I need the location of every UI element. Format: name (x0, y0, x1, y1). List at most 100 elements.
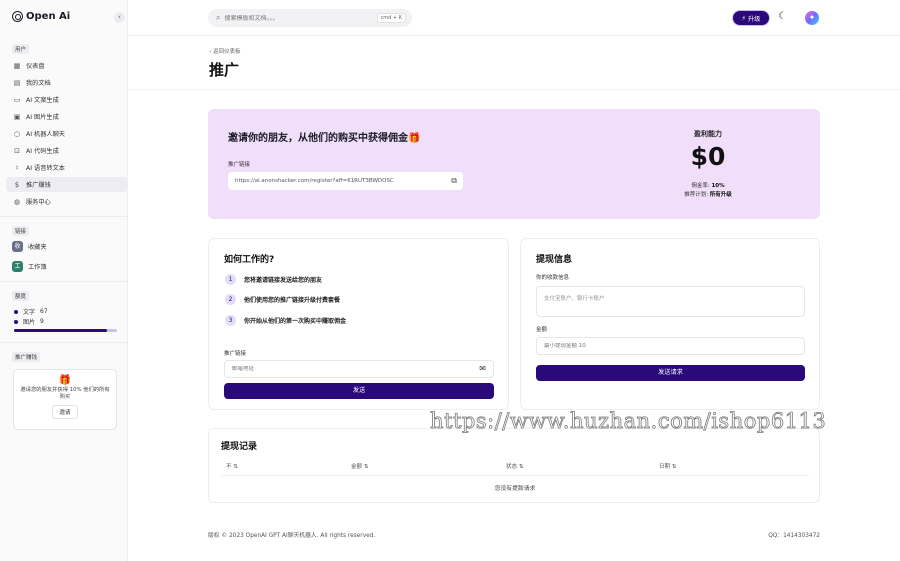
collapse-sidebar-button[interactable]: ‹ (114, 12, 125, 23)
openai-logo-icon (12, 11, 23, 22)
table-header-divider (221, 475, 809, 476)
section-title-user: 用户 (12, 44, 30, 54)
payment-info-label: 你的收款信息 (536, 275, 570, 281)
hero-title: 邀请你的朋友，从他们的购买中获得佣金🎁 (228, 133, 421, 144)
sidebar-item-label: AI 语音转文本 (26, 165, 65, 172)
how-it-works-title: 如何工作的? (224, 255, 275, 265)
withdraw-info-card: 提现信息 你的收款信息 支付宝账户、银行卡账户 金额 发送请求 (520, 238, 820, 410)
submit-withdraw-button[interactable]: 发送请求 (536, 365, 805, 381)
sidebar-item-documents[interactable]: ▤ 我的文档 (6, 75, 127, 90)
withdraw-title: 提现信息 (536, 255, 573, 265)
divider (0, 281, 128, 282)
usage-words-label: 文字 (23, 309, 36, 316)
column-header-date[interactable]: 日期 ⇅ (659, 462, 676, 470)
footer-copyright: 版权 © 2023 OpenAI GPT AI聊天机器人. All rights… (208, 533, 376, 539)
payment-info-textarea[interactable]: 支付宝账户、银行卡账户 (536, 286, 805, 317)
sidebar-item-ai-writer[interactable]: ▭ AI 文案生成 (6, 92, 127, 107)
email-field-wrapper[interactable]: ✉ (224, 360, 494, 378)
workspace-avatar: 收 (12, 241, 23, 252)
logo-text: Open Ai (26, 11, 71, 22)
topbar: ⌕ cmd + K ⚡ 升级 ☾ ✦ (128, 0, 900, 36)
shortcut-hint: cmd + K (376, 13, 406, 23)
amount-field-wrapper[interactable] (536, 337, 805, 355)
column-header-amount[interactable]: 金额 ⇅ (351, 462, 368, 470)
workspace-item-workbook[interactable]: 工 工作簿 (12, 261, 47, 272)
step-number: 3 (225, 315, 236, 326)
document-icon: ▭ (13, 95, 21, 104)
email-input[interactable] (232, 366, 452, 372)
usage-images-label: 图片 (23, 319, 36, 326)
send-invite-button[interactable]: 发送 (224, 383, 494, 399)
amount-label: 金额 (536, 327, 548, 333)
search-bar[interactable]: ⌕ cmd + K (208, 9, 412, 27)
workspace-avatar: 工 (12, 261, 23, 272)
lightning-icon: ⚡ (741, 14, 746, 22)
sidebar-item-label: AI 图片生成 (26, 114, 59, 121)
code-icon: ⊡ (14, 146, 20, 155)
search-input[interactable] (224, 14, 365, 22)
earnings-value: $0 (690, 142, 726, 171)
workspace-label: 工作簿 (28, 264, 47, 271)
sidebar-item-ai-code[interactable]: ⊡ AI 代码生成 (6, 143, 127, 158)
workspace-item-favorites[interactable]: 收 收藏夹 (12, 241, 47, 252)
how-it-works-card: 如何工作的? 1 您将邀请链接发送给您的朋友 2 他们使用您的推广链接升级付费套… (208, 238, 509, 410)
step-item: 1 您将邀请链接发送给您的朋友 (225, 274, 322, 285)
sparkle-icon: ✦ (808, 13, 816, 22)
mail-icon: ✉ (479, 364, 486, 373)
divider (0, 342, 128, 343)
sidebar-item-affiliate[interactable]: $ 推广赚钱 (6, 177, 127, 192)
usage-images-value: 9 (40, 318, 44, 325)
copy-icon[interactable]: ⧉ (451, 176, 457, 186)
sidebar-item-ai-image[interactable]: ▣ AI 图片生成 (6, 109, 127, 124)
sidebar-item-label: AI 代码生成 (26, 148, 59, 155)
usage-words: 文字 67 (14, 307, 48, 316)
back-link-label: 返回仪表板 (212, 49, 241, 55)
step-text: 你开始从他们的第一次购买中赚取佣金 (244, 318, 347, 325)
step-text: 您将邀请链接发送给您的朋友 (244, 277, 323, 284)
divider (0, 216, 128, 217)
search-icon: ⌕ (216, 13, 221, 22)
commission-rate-label: 佣金率: (691, 183, 710, 189)
sidebar-item-ai-chat[interactable]: ○ AI 机器人聊天 (6, 126, 127, 141)
chevron-left-icon: ‹ (118, 13, 121, 21)
referral-link-value: https://ai.anonshacker.com/register?aff=… (235, 178, 394, 184)
upgrade-button[interactable]: ⚡ 升级 (732, 10, 770, 26)
column-header-no[interactable]: 不 ⇅ (226, 462, 238, 470)
dollar-icon: $ (14, 180, 20, 189)
user-avatar[interactable]: ✦ (805, 11, 819, 25)
invite-button[interactable]: 邀请 (52, 405, 78, 419)
sidebar-item-label: 推广赚钱 (26, 182, 51, 189)
amount-input[interactable] (544, 343, 764, 349)
step-item: 2 他们使用您的推广链接升级付费套餐 (225, 294, 340, 305)
dot-icon (14, 309, 18, 314)
sidebar-item-label: 服务中心 (26, 199, 51, 206)
mic-icon: ♮ (15, 163, 19, 172)
empty-state-text: 您没有提款请求 (494, 486, 536, 492)
chevron-left-icon: ‹ (209, 49, 212, 55)
app-logo[interactable]: Open Ai (12, 11, 70, 22)
sidebar-item-label: 我的文档 (26, 80, 51, 87)
section-title-usage: 额度 (12, 291, 30, 301)
usage-images: 图片 9 (14, 317, 44, 326)
referral-link-label: 推广链接 (228, 162, 251, 168)
globe-icon: ◍ (13, 197, 21, 206)
section-title-promo: 推广赚钱 (12, 352, 41, 362)
sidebar: Open Ai ‹ 用户 ▦ 仪表盘 ▤ 我的文档 ▭ AI 文案生成 ▣ AI… (0, 0, 128, 561)
sort-icon: ⇅ (518, 464, 524, 470)
promo-card: 🎁 邀请您的朋友并获得 10% 他们的所有购买 邀请 (13, 369, 117, 430)
upgrade-label: 升级 (747, 15, 761, 23)
usage-progress-fill (14, 329, 107, 332)
moon-icon[interactable]: ☾ (778, 11, 787, 22)
grid-icon: ▦ (13, 61, 21, 70)
referral-plan-label: 推荐计划: (684, 192, 709, 198)
usage-progress-bar (14, 329, 117, 332)
sidebar-item-ai-speech[interactable]: ♮ AI 语音转文本 (6, 160, 127, 175)
column-header-status[interactable]: 状态 ⇅ (506, 462, 523, 470)
sort-icon: ⇅ (233, 464, 238, 470)
referral-hero: 邀请你的朋友，从他们的购买中获得佣金🎁 推广链接 https://ai.anon… (208, 109, 820, 219)
archive-icon: ▤ (13, 78, 21, 87)
back-to-dashboard-link[interactable]: ‹ 返回仪表板 (209, 47, 240, 55)
sidebar-item-support[interactable]: ◍ 服务中心 (6, 194, 127, 209)
referral-link-field[interactable]: https://ai.anonshacker.com/register?aff=… (228, 172, 463, 190)
sidebar-item-dashboard[interactable]: ▦ 仪表盘 (6, 58, 127, 73)
